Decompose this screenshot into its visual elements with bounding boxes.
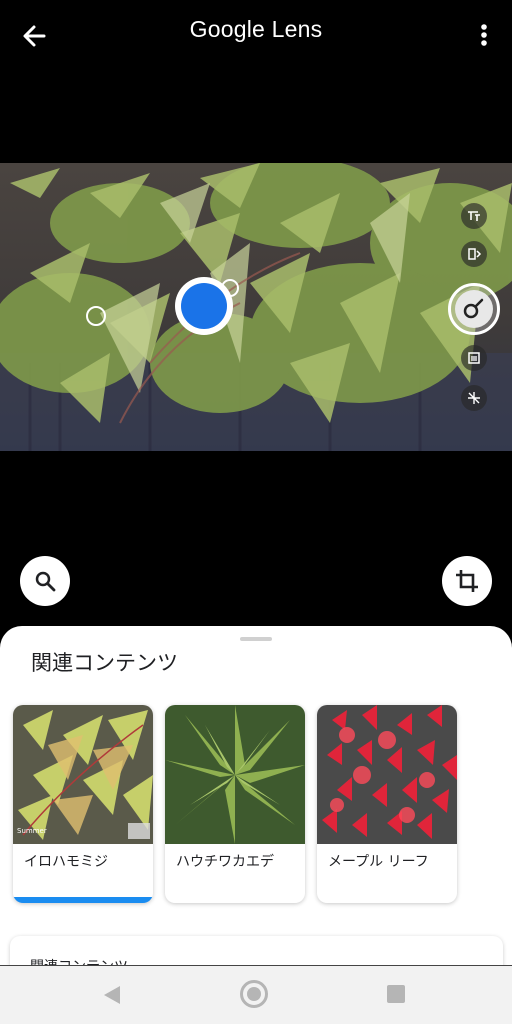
result-label: メープル リーフ [328,854,429,870]
foliage-photo [0,163,512,451]
app-title: Google Lens [189,16,323,42]
result-image [165,705,305,844]
more-options-button[interactable] [478,20,490,50]
result-label: ハウチワカエデ [176,854,274,870]
nav-home-icon[interactable] [240,980,268,1008]
shopping-icon[interactable] [461,345,487,371]
search-icon [35,571,56,592]
translate-icon[interactable] [461,203,487,229]
lens-search-icon [455,290,493,328]
selected-object-dot [181,283,227,329]
result-card[interactable]: メープル リーフ [317,705,457,903]
search-button[interactable] [20,556,70,606]
image-caption: Summer [17,827,47,835]
result-card[interactable]: ハウチワカエデ [165,705,305,903]
camera-preview[interactable] [0,163,512,451]
results-sheet[interactable]: 関連コンテンツ Summer イロハモミジ ハウチワカエデ メープル リーフ [0,626,512,966]
text-icon[interactable] [461,241,487,267]
crop-icon [456,570,478,592]
more-vert-icon [481,24,487,46]
nav-back-icon[interactable] [102,984,122,1006]
drag-handle[interactable] [240,637,272,641]
result-image [317,705,457,844]
result-card[interactable]: Summer イロハモミジ [13,705,153,903]
dining-icon[interactable] [461,385,487,411]
object-marker[interactable] [86,306,106,326]
selected-indicator [13,897,153,903]
nav-recents-icon[interactable] [387,985,405,1003]
lens-search-shutter[interactable] [448,283,500,335]
results-title: 関連コンテンツ [31,651,178,675]
top-bar: Google Lens [0,0,512,70]
system-nav-bar [0,965,512,1024]
result-label: イロハモミジ [24,854,108,870]
related-content-card[interactable]: 関連コンテンツ [10,936,503,966]
crop-button[interactable] [442,556,492,606]
result-image [13,705,153,844]
selected-object-marker[interactable] [175,277,233,335]
